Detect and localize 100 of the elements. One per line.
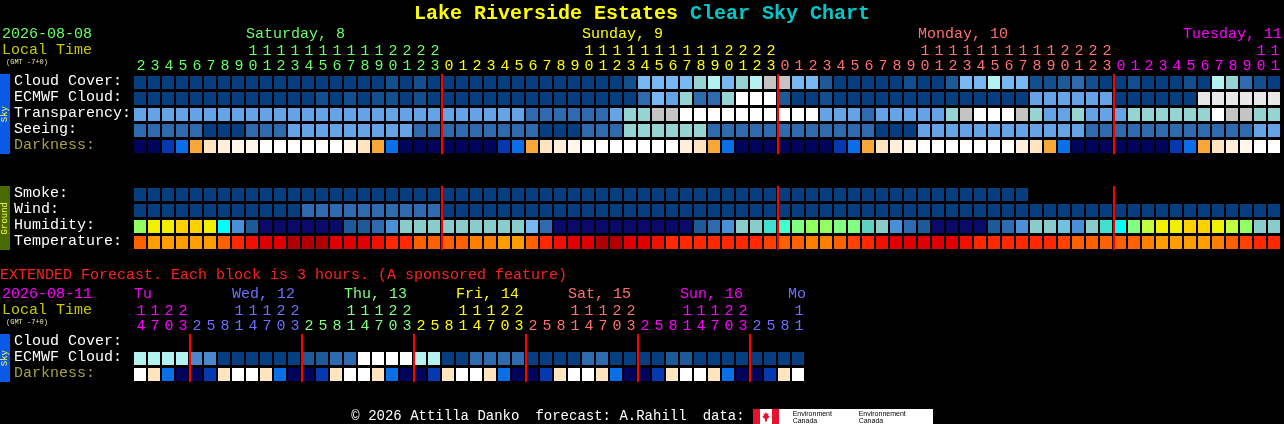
hour-label: 14 (304, 44, 314, 74)
hour-label: 20 (500, 304, 510, 334)
hour-label: 1 (458, 59, 468, 74)
hour-label: 3 (1158, 59, 1168, 74)
hour-label: 5 (178, 59, 188, 74)
hour-label: 1 (794, 59, 804, 74)
row-label: ECMWF Cloud: (14, 90, 123, 106)
forecast-date: 2026-08-11 (1, 287, 92, 303)
hour-label: 2 (136, 59, 146, 74)
hour-label: 11 (458, 304, 468, 334)
hour-label: 11 (598, 44, 608, 74)
hour-label: 14 (472, 304, 482, 334)
row-label: Temperature: (14, 234, 123, 250)
hour-label: 11 (1270, 44, 1280, 74)
hour-label: 22 (416, 44, 426, 74)
hour-label: 0 (780, 59, 790, 74)
hour-label: 17 (486, 304, 496, 334)
hour-label: 23 (178, 304, 188, 334)
hour-label: 23 (738, 304, 748, 334)
hour-label: 19 (374, 44, 384, 74)
hour-label: 4 (500, 59, 510, 74)
hour-label: 23 (514, 304, 524, 334)
hour-label: 14 (976, 44, 986, 74)
hour-label: 8 (668, 319, 678, 334)
hour-label: 4 (1172, 59, 1182, 74)
day-label: Saturday, 8 (246, 27, 346, 43)
hour-label: 7 (206, 59, 216, 74)
hour-label: 6 (1200, 59, 1210, 74)
hour-label: 8 (444, 319, 454, 334)
hour-label: 22 (752, 44, 762, 74)
hour-label: 3 (822, 59, 832, 74)
hour-label: 6 (192, 59, 202, 74)
hour-label: 2 (1144, 59, 1154, 74)
hour-label: 2 (808, 59, 818, 74)
hour-label: 2 (640, 319, 650, 334)
time-label: Local Time (1, 43, 92, 58)
hour-label: 13 (626, 44, 636, 74)
hour-label: 8 (1228, 59, 1238, 74)
hour-label: 8 (220, 59, 230, 74)
hour-label: 17 (598, 304, 608, 334)
hour-label: 8 (556, 319, 566, 334)
hour-label: 23 (766, 44, 776, 74)
hour-label: 5 (206, 319, 216, 334)
hour-label: 8 (556, 59, 566, 74)
hour-label: 23 (1102, 44, 1112, 74)
row-label: Darkness: (14, 366, 95, 382)
hour-label: 11 (346, 304, 356, 334)
row-label: ECMWF Cloud: (14, 350, 123, 366)
hour-label: 2 (752, 319, 762, 334)
hour-label: 17 (374, 304, 384, 334)
hour-label: 15 (318, 44, 328, 74)
hour-label: 5 (430, 319, 440, 334)
hour-label: 7 (1214, 59, 1224, 74)
hour-label: 20 (724, 304, 734, 334)
hour-label: 23 (402, 304, 412, 334)
row-label: Darkness: (14, 138, 95, 154)
hour-label: 19 (1046, 44, 1056, 74)
hour-label: 9 (570, 59, 580, 74)
hour-label: 15 (990, 44, 1000, 74)
hour-label: 15 (654, 44, 664, 74)
hour-label: 14 (584, 304, 594, 334)
hour-label: 17 (150, 304, 160, 334)
row-label: Smoke: (14, 186, 68, 202)
hour-label: 23 (430, 44, 440, 74)
hour-label: 8 (780, 319, 790, 334)
hour-label: 14 (248, 304, 258, 334)
hour-label: 18 (360, 44, 370, 74)
hour-label: 9 (906, 59, 916, 74)
hour-label: 19 (710, 44, 720, 74)
hour-label: 10 (920, 44, 930, 74)
day-label: Sat, 15 (568, 287, 631, 303)
hour-label: 21 (402, 44, 412, 74)
hour-label: 17 (346, 44, 356, 74)
hour-label: 9 (234, 59, 244, 74)
hour-label: 17 (1018, 44, 1028, 74)
hour-label: 5 (1186, 59, 1196, 74)
hour-label: 4 (164, 59, 174, 74)
hour-label: 20 (1060, 44, 1070, 74)
hour-label: 14 (360, 304, 370, 334)
group-label: Sky (0, 349, 10, 367)
hour-label: 20 (276, 304, 286, 334)
hour-label: 2 (472, 59, 482, 74)
hour-label: 5 (766, 319, 776, 334)
hour-label: 2 (416, 319, 426, 334)
row-label: Cloud Cover: (14, 74, 123, 90)
hour-label: 11 (682, 304, 692, 334)
hour-label: 2 (304, 319, 314, 334)
hour-label: 21 (738, 44, 748, 74)
hour-label: 13 (962, 44, 972, 74)
day-label: Monday, 10 (918, 27, 1008, 43)
hour-label: 16 (332, 44, 342, 74)
hour-label: 3 (486, 59, 496, 74)
day-label: Tu (134, 287, 152, 303)
hour-label: 5 (542, 319, 552, 334)
hour-label: 6 (528, 59, 538, 74)
day-label: Sun, 16 (680, 287, 743, 303)
forecast-credit: forecast: A.Rahill (535, 407, 687, 424)
copyright-text: © 2026 Attilla Danko (351, 407, 520, 424)
day-label: Fri, 14 (456, 287, 519, 303)
hour-label: 10 (584, 44, 594, 74)
